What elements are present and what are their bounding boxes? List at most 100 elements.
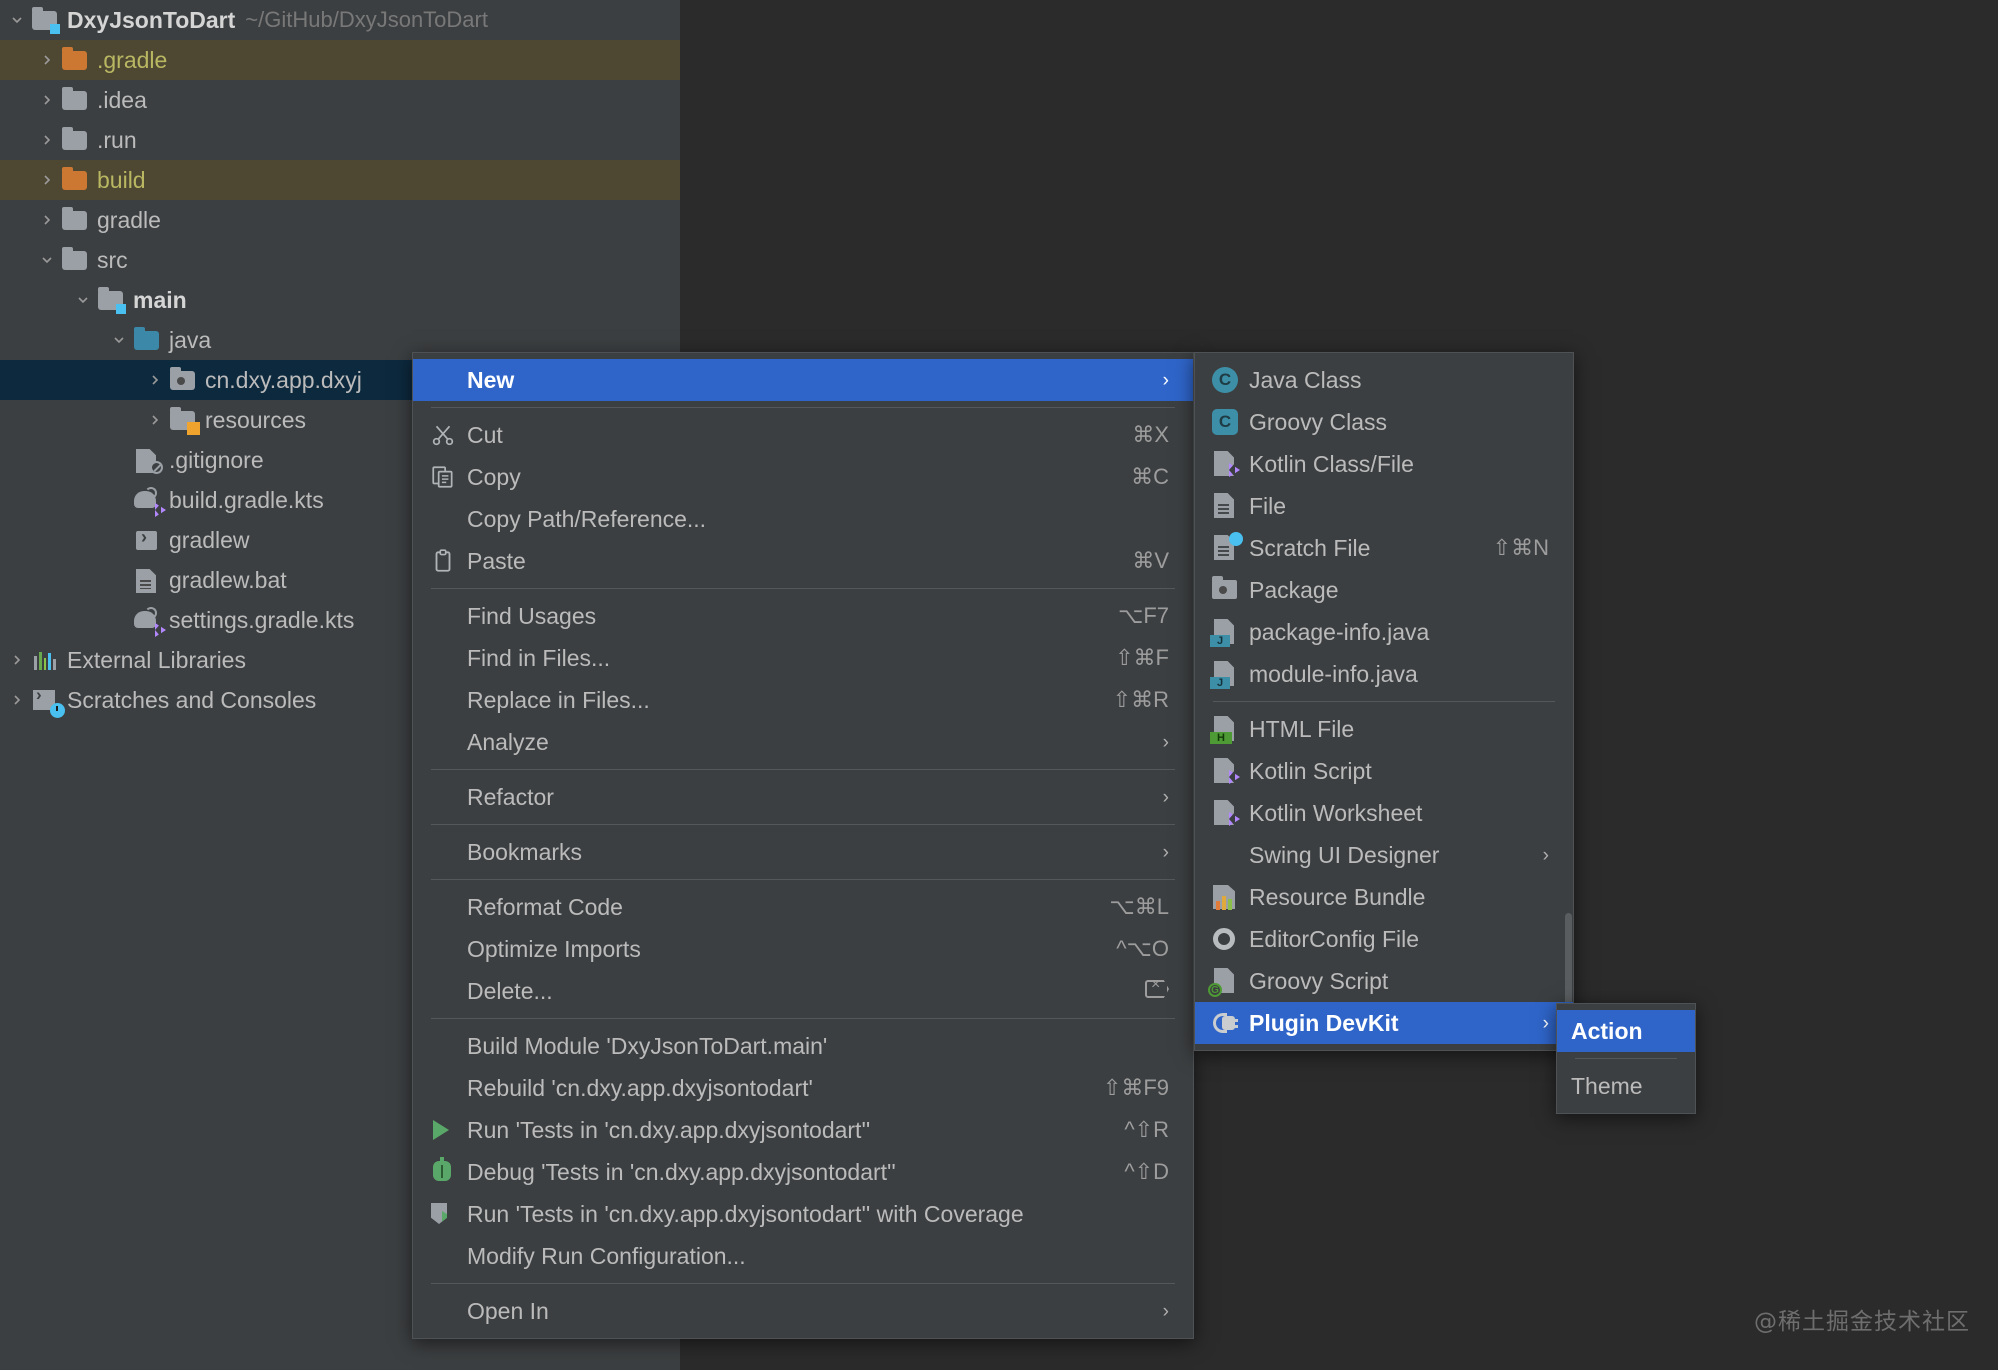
folder-icon: [60, 127, 90, 153]
menu-item[interactable]: Resource Bundle: [1195, 876, 1573, 918]
menu-item-shortcut: ^⇧D: [1124, 1161, 1169, 1183]
menu-item[interactable]: Copy Path/Reference...: [413, 498, 1193, 540]
chevron-right-icon: ›: [1543, 846, 1549, 865]
plugin-devkit-submenu: Action Theme: [1556, 1003, 1696, 1114]
scratches-icon: [30, 687, 60, 713]
source-folder-icon: [132, 327, 162, 353]
menu-item[interactable]: Find Usages⌥F7: [413, 595, 1193, 637]
chevron-right-icon[interactable]: [34, 133, 60, 147]
menu-item[interactable]: File: [1195, 485, 1573, 527]
menu-item[interactable]: Modify Run Configuration...: [413, 1235, 1193, 1277]
menu-item[interactable]: Reformat Code ⌥⌘L: [413, 886, 1193, 928]
menu-item[interactable]: Action: [1557, 1010, 1695, 1052]
menu-item-shortcut: ⌥⌘L: [1109, 896, 1169, 918]
menu-item[interactable]: Analyze›: [413, 721, 1193, 763]
menu-item[interactable]: Kotlin Worksheet: [1195, 792, 1573, 834]
folder-orange-icon: [60, 47, 90, 73]
groovy-class-icon: C: [1209, 408, 1241, 436]
tree-row-project-root[interactable]: DxyJsonToDart ~/GitHub/DxyJsonToDart: [0, 0, 680, 40]
menu-item[interactable]: New›: [413, 359, 1193, 401]
menu-item-label: Plugin DevKit: [1249, 1012, 1525, 1035]
menu-item[interactable]: Delete...: [413, 970, 1193, 1012]
resources-folder-icon: [168, 407, 198, 433]
menu-item[interactable]: HHTML File: [1195, 708, 1573, 750]
menu-item[interactable]: Run 'Tests in 'cn.dxy.app.dxyjsontodart'…: [413, 1193, 1193, 1235]
menu-item[interactable]: Refactor›: [413, 776, 1193, 818]
menu-item-icon-placeholder: [427, 1242, 459, 1270]
tree-row-label: settings.gradle.kts: [169, 609, 354, 632]
menu-item[interactable]: Jmodule-info.java: [1195, 653, 1573, 695]
chevron-right-icon[interactable]: [4, 693, 30, 707]
folder-icon: [60, 247, 90, 273]
menu-item[interactable]: Jpackage-info.java: [1195, 611, 1573, 653]
menu-item[interactable]: Kotlin Script: [1195, 750, 1573, 792]
menu-item[interactable]: Run 'Tests in 'cn.dxy.app.dxyjsontodart'…: [413, 1109, 1193, 1151]
menu-item-icon-placeholder: [427, 977, 459, 1005]
menu-item[interactable]: Rebuild 'cn.dxy.app.dxyjsontodart'⇧⌘F9: [413, 1067, 1193, 1109]
tree-row[interactable]: main: [0, 280, 680, 320]
menu-item-label: Reformat Code: [467, 896, 1085, 919]
html-file-icon: H: [1209, 715, 1241, 743]
menu-item[interactable]: EditorConfig File: [1195, 918, 1573, 960]
menu-separator: [431, 769, 1175, 770]
menu-item[interactable]: Debug 'Tests in 'cn.dxy.app.dxyjsontodar…: [413, 1151, 1193, 1193]
menu-item[interactable]: Bookmarks›: [413, 831, 1193, 873]
menu-item[interactable]: Theme: [1557, 1065, 1695, 1107]
chevron-right-icon[interactable]: [34, 213, 60, 227]
menu-item-label: Analyze: [467, 731, 1145, 754]
menu-item[interactable]: Find in Files...⇧⌘F: [413, 637, 1193, 679]
menu-item-label: Action: [1571, 1020, 1671, 1043]
copy-icon: [427, 463, 459, 491]
menu-item[interactable]: Copy⌘C: [413, 456, 1193, 498]
tree-row[interactable]: gradle: [0, 200, 680, 240]
menu-item-icon-placeholder: [427, 935, 459, 963]
menu-item-shortcut: ⌘V: [1132, 550, 1169, 572]
chevron-down-icon[interactable]: [34, 253, 60, 267]
menu-item[interactable]: Paste⌘V: [413, 540, 1193, 582]
menu-item-shortcut: ^⇧R: [1124, 1119, 1169, 1141]
gitignore-file-icon: [132, 447, 162, 473]
menu-item-icon-placeholder: [427, 505, 459, 533]
chevron-down-icon[interactable]: [106, 333, 132, 347]
menu-item[interactable]: Open In›: [413, 1290, 1193, 1332]
menu-item[interactable]: Cut⌘X: [413, 414, 1193, 456]
chevron-down-icon[interactable]: [4, 13, 30, 27]
gear-icon: [1209, 925, 1241, 953]
menu-item[interactable]: C Groovy Class: [1195, 401, 1573, 443]
tree-row[interactable]: .idea: [0, 80, 680, 120]
menu-item-label: Find Usages: [467, 605, 1094, 628]
menu-item-label: Debug 'Tests in 'cn.dxy.app.dxyjsontodar…: [467, 1161, 1100, 1184]
menu-item[interactable]: Package: [1195, 569, 1573, 611]
menu-item-shortcut: ⇧⌘R: [1113, 689, 1169, 711]
menu-item[interactable]: Kotlin Class/File: [1195, 443, 1573, 485]
chevron-right-icon[interactable]: [34, 173, 60, 187]
menu-item-label: module-info.java: [1249, 663, 1549, 686]
java-file-icon: J: [1209, 618, 1241, 646]
chevron-right-icon[interactable]: [34, 93, 60, 107]
tree-row[interactable]: src: [0, 240, 680, 280]
menu-item[interactable]: Plugin DevKit›: [1195, 1002, 1573, 1044]
menu-item[interactable]: Swing UI Designer›: [1195, 834, 1573, 876]
chevron-right-icon[interactable]: [142, 413, 168, 427]
chevron-right-icon[interactable]: [4, 653, 30, 667]
menu-item-label: Bookmarks: [467, 841, 1145, 864]
tree-row-label: .gradle: [97, 49, 167, 72]
chevron-right-icon[interactable]: [34, 53, 60, 67]
kotlin-file-icon: [1209, 450, 1241, 478]
menu-item[interactable]: GGroovy Script: [1195, 960, 1573, 1002]
menu-item-label: Groovy Class: [1249, 411, 1549, 434]
chevron-down-icon[interactable]: [70, 293, 96, 307]
menu-item[interactable]: Build Module 'DxyJsonToDart.main': [413, 1025, 1193, 1067]
chevron-right-icon[interactable]: [142, 373, 168, 387]
menu-item-shortcut: ⇧⌘F9: [1103, 1077, 1169, 1099]
tree-row-label: .gitignore: [169, 449, 264, 472]
menu-item[interactable]: CJava Class: [1195, 359, 1573, 401]
menu-item[interactable]: Scratch File⇧⌘N: [1195, 527, 1573, 569]
menu-separator: [1575, 1058, 1677, 1059]
tree-row[interactable]: .gradle: [0, 40, 680, 80]
menu-item[interactable]: Replace in Files...⇧⌘R: [413, 679, 1193, 721]
tree-row[interactable]: .run: [0, 120, 680, 160]
menu-item-label: Refactor: [467, 786, 1145, 809]
menu-item[interactable]: Optimize Imports^⌥O: [413, 928, 1193, 970]
tree-row[interactable]: build: [0, 160, 680, 200]
